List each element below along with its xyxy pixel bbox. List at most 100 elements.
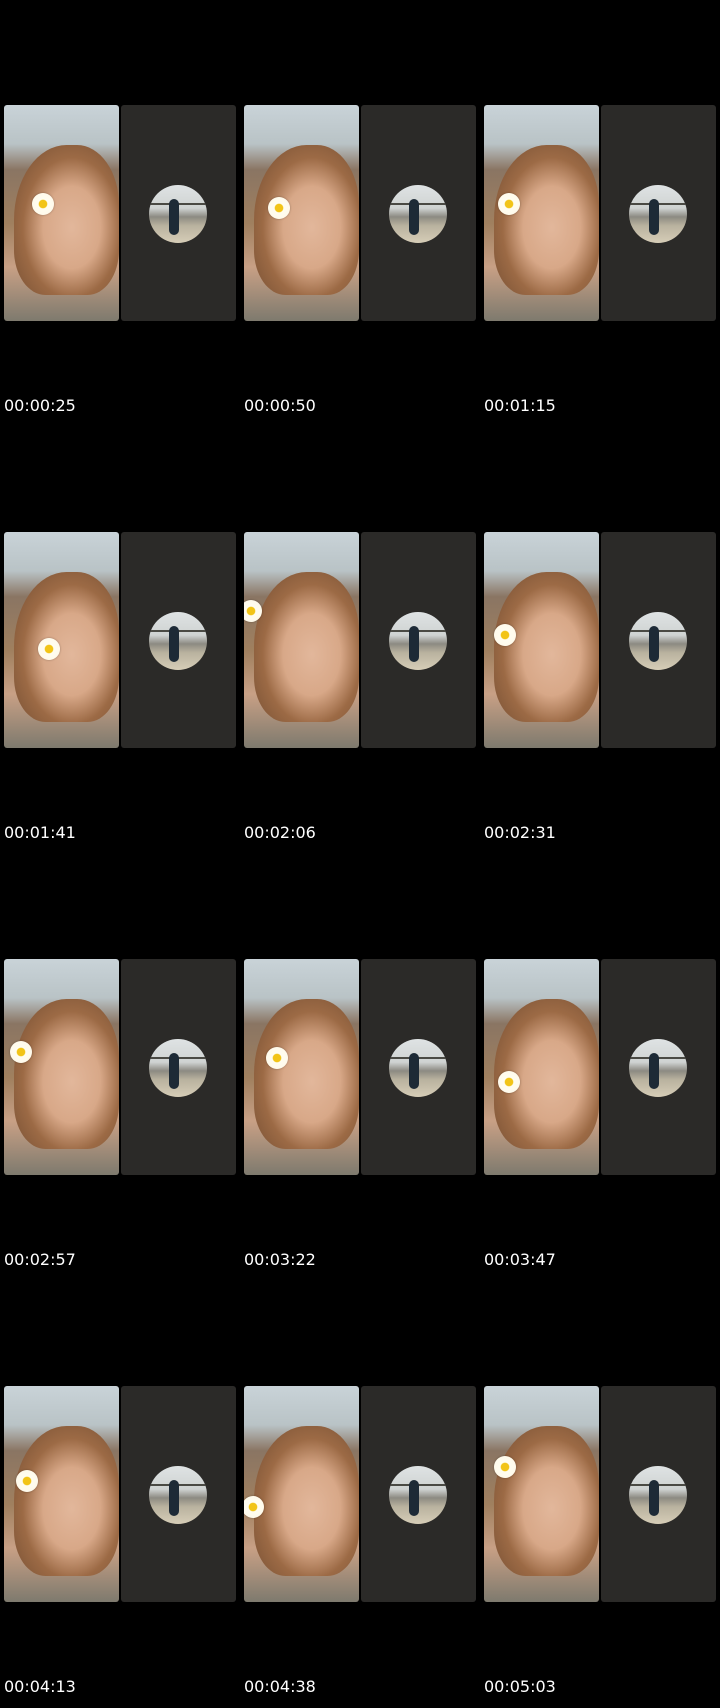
frame-timestamp: 00:00:25	[4, 396, 76, 415]
frame-cell: 00:02:31	[480, 532, 716, 842]
avatar	[149, 1466, 207, 1524]
frame-timestamp: 00:03:22	[244, 1250, 316, 1269]
avatar-figure	[649, 626, 659, 662]
frame-cell: 00:00:50	[240, 105, 476, 415]
person-image	[254, 145, 359, 295]
flower-icon	[268, 197, 290, 219]
flower-icon	[498, 193, 520, 215]
flower-icon	[32, 193, 54, 215]
avatar-figure	[409, 1053, 419, 1089]
flower-icon	[10, 1041, 32, 1063]
frame-thumbnail	[244, 532, 476, 748]
avatar-figure	[409, 199, 419, 235]
avatar-figure	[169, 199, 179, 235]
frame-cell: 00:01:15	[480, 105, 716, 415]
video-frame-left	[244, 959, 359, 1175]
person-image	[14, 1426, 119, 1576]
frame-timestamp: 00:02:06	[244, 823, 316, 842]
video-frame-right	[121, 105, 236, 321]
video-frame-right	[601, 1386, 716, 1602]
avatar	[629, 1039, 687, 1097]
video-frame-left	[4, 532, 119, 748]
video-frame-right	[121, 1386, 236, 1602]
person-image	[14, 145, 119, 295]
frame-timestamp: 00:04:38	[244, 1677, 316, 1696]
frame-cell: 00:00:25	[0, 105, 236, 415]
frame-thumbnail	[484, 959, 716, 1175]
frame-thumbnail	[244, 1386, 476, 1602]
frame-thumbnail	[4, 959, 236, 1175]
video-frame-left	[484, 532, 599, 748]
frame-timestamp: 00:02:57	[4, 1250, 76, 1269]
flower-icon	[494, 1456, 516, 1478]
person-image	[494, 145, 599, 295]
avatar-figure	[649, 1053, 659, 1089]
frame-cell: 00:03:47	[480, 959, 716, 1269]
video-frame-right	[601, 532, 716, 748]
video-frame-right	[121, 959, 236, 1175]
frame-timestamp: 00:01:41	[4, 823, 76, 842]
avatar-figure	[409, 626, 419, 662]
frame-cell: 00:05:03	[480, 1386, 716, 1696]
video-frame-right	[601, 105, 716, 321]
avatar-figure	[169, 1053, 179, 1089]
frame-thumbnail	[4, 105, 236, 321]
video-frame-left	[484, 105, 599, 321]
video-frame-left	[484, 959, 599, 1175]
video-frame-left	[244, 105, 359, 321]
video-frame-right	[601, 959, 716, 1175]
flower-icon	[38, 638, 60, 660]
frame-cell: 00:04:13	[0, 1386, 236, 1696]
person-image	[494, 572, 599, 722]
avatar-figure	[169, 1480, 179, 1516]
person-image	[14, 572, 119, 722]
frame-timestamp: 00:04:13	[4, 1677, 76, 1696]
video-frame-right	[361, 105, 476, 321]
avatar-figure	[649, 199, 659, 235]
video-frame-right	[361, 959, 476, 1175]
video-frame-left	[244, 1386, 359, 1602]
avatar	[389, 1039, 447, 1097]
avatar	[389, 612, 447, 670]
avatar-figure	[649, 1480, 659, 1516]
avatar	[629, 185, 687, 243]
video-frame-left	[4, 105, 119, 321]
frame-timestamp: 00:05:03	[484, 1677, 556, 1696]
video-frame-left	[244, 532, 359, 748]
video-frame-right	[361, 532, 476, 748]
avatar-figure	[169, 626, 179, 662]
video-frame-left	[4, 1386, 119, 1602]
frame-thumbnail	[4, 532, 236, 748]
person-image	[494, 1426, 599, 1576]
frame-cell: 00:01:41	[0, 532, 236, 842]
avatar	[389, 1466, 447, 1524]
avatar	[629, 612, 687, 670]
flower-icon	[16, 1470, 38, 1492]
frame-timestamp: 00:03:47	[484, 1250, 556, 1269]
avatar	[629, 1466, 687, 1524]
avatar	[149, 612, 207, 670]
flower-icon	[498, 1071, 520, 1093]
frame-thumbnail	[4, 1386, 236, 1602]
person-image	[14, 999, 119, 1149]
frame-cell: 00:03:22	[240, 959, 476, 1269]
video-frame-right	[121, 532, 236, 748]
person-image	[254, 999, 359, 1149]
frame-thumbnail	[484, 105, 716, 321]
frame-cell: 00:02:57	[0, 959, 236, 1269]
frame-thumbnail	[244, 105, 476, 321]
contact-sheet-grid: 00:00:25 00:00:50 00:01:15 00:01:41 00:0…	[0, 0, 720, 1708]
frame-cell: 00:02:06	[240, 532, 476, 842]
frame-timestamp: 00:00:50	[244, 396, 316, 415]
frame-thumbnail	[484, 532, 716, 748]
video-frame-left	[484, 1386, 599, 1602]
video-frame-left	[4, 959, 119, 1175]
frame-timestamp: 00:02:31	[484, 823, 556, 842]
person-image	[254, 572, 359, 722]
frame-cell: 00:04:38	[240, 1386, 476, 1696]
avatar	[149, 185, 207, 243]
frame-timestamp: 00:01:15	[484, 396, 556, 415]
avatar	[389, 185, 447, 243]
person-image	[254, 1426, 359, 1576]
frame-thumbnail	[484, 1386, 716, 1602]
